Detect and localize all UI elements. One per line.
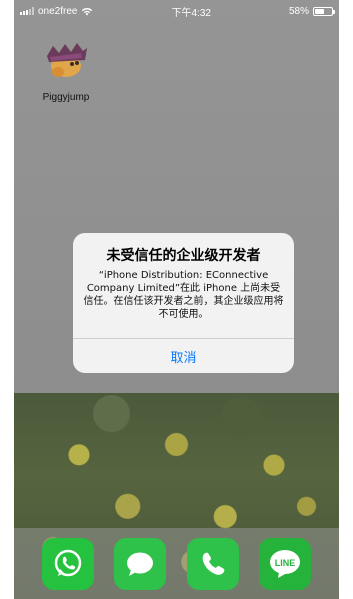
cancel-button[interactable]: 取消 [73,339,294,373]
dock: LINE [14,528,339,599]
battery-icon [313,6,335,16]
status-bar: one2free 下午4:32 58% [14,0,339,22]
phone-app-icon[interactable] [186,537,239,590]
alert-title: 未受信任的企业级开发者 [106,248,261,264]
carrier-label: one2free [38,5,78,17]
app-label: Piggyjump [42,92,90,103]
home-app-piggyjump[interactable]: Piggyjump [36,38,96,103]
whatsapp-app-icon[interactable] [42,537,95,590]
untrusted-developer-alert: 未受信任的企业级开发者 “iPhone Distribution: EConne… [73,233,294,373]
alert-message: “iPhone Distribution: EConnective Compan… [83,270,284,320]
status-right: 58% [288,5,335,17]
status-left: one2free [20,6,93,17]
phone-screen: one2free 下午4:32 58% Piggyjump 未受信任的企业级开发… [14,0,339,599]
piggyjump-app-icon[interactable] [41,38,91,88]
battery-fill [315,8,325,14]
line-app-icon[interactable]: LINE [258,537,311,590]
messages-app-icon[interactable] [114,537,167,590]
alert-body: 未受信任的企业级开发者 “iPhone Distribution: EConne… [73,233,294,338]
wifi-icon [82,7,93,15]
clock: 下午4:32 [171,7,211,19]
signal-icon [20,7,34,15]
battery-percent: 58% [288,5,309,17]
svg-text:LINE: LINE [275,558,296,568]
